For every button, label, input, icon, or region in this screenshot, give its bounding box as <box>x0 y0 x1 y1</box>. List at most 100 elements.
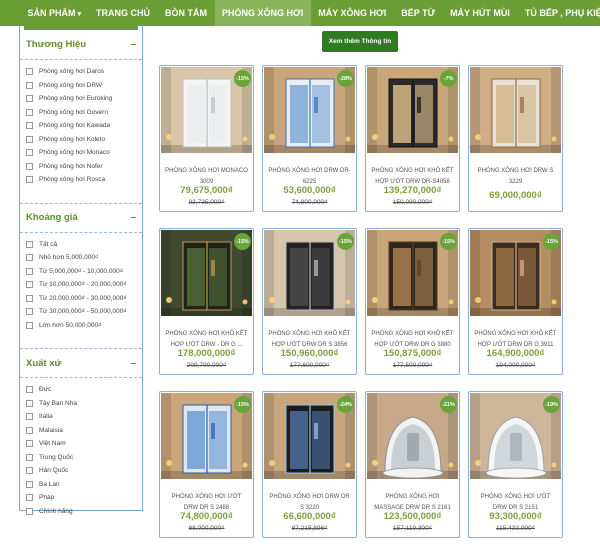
product-card[interactable]: -7% PHÒNG XÔNG HƠI KHÔ KẾT HỢP ƯỚT DRW DR… <box>365 65 460 212</box>
price-filter-option[interactable]: Lớn hơn 50,000,000₫ <box>20 319 142 333</box>
filter-option-label: Trung Quốc <box>39 453 74 461</box>
main-nav: SẢN PHẨM ▾ TRANG CHỦ BỒN TẮM PHÒNG XÔNG HƠI M… <box>0 0 600 26</box>
product-card[interactable]: -15% PHÒNG XÔNG HƠI KHÔ KẾT HỢP ƯỚT DRW D… <box>468 228 563 375</box>
product-name[interactable]: PHÒNG XÔNG HƠI DRW S 3229 <box>473 166 558 188</box>
view-more-info-button[interactable]: Xem thêm Thông tin <box>322 31 398 52</box>
checkbox[interactable] <box>26 81 33 89</box>
checkbox[interactable] <box>26 162 33 170</box>
price-filter-option[interactable]: Tất cả <box>20 238 142 252</box>
checkbox[interactable] <box>26 426 33 434</box>
checkbox[interactable] <box>26 308 33 316</box>
origin-filter-option[interactable]: Việt Nam <box>20 437 142 451</box>
checkbox[interactable] <box>26 467 33 475</box>
nav-item[interactable]: TRANG CHỦ <box>89 0 158 26</box>
nav-item[interactable]: BẾP TỪ <box>394 0 443 26</box>
brand-filter-option[interactable]: Phòng xông hơi Monaco <box>20 146 142 160</box>
brand-filter-option[interactable]: Phòng xông hơi Euroking <box>20 92 142 106</box>
product-card[interactable]: -28% PHÒNG XÔNG HƠI DRW DR-6225 53,600,000… <box>262 65 357 212</box>
origin-filter-option[interactable]: Đức <box>20 383 142 397</box>
checkbox[interactable] <box>26 95 33 103</box>
brand-filter-option[interactable]: Phòng xông hơi Rosca <box>20 173 142 187</box>
price-filter-option[interactable]: Từ 10,000,000₫ - 20,000,000₫ <box>20 278 142 292</box>
checkbox[interactable] <box>26 176 33 184</box>
brand-filter-option[interactable]: Phòng xông hơi Govern <box>20 106 142 120</box>
origin-filter-option[interactable]: Italia <box>20 410 142 424</box>
product-old-price: 209,700,000₫ <box>186 362 227 369</box>
brand-filter-option[interactable]: Phòng xông hơi Nofer <box>20 160 142 174</box>
nav-item[interactable]: PHÒNG XÔNG HƠI <box>214 0 311 26</box>
origin-filter-option[interactable]: Hàn Quốc <box>20 464 142 478</box>
brand-filter-option[interactable]: Phòng xông hơi Koleto <box>20 133 142 147</box>
product-card[interactable]: -15% PHÒNG XÔNG HƠI KHÔ KẾT HỢP ƯỚT DRW -… <box>159 228 254 375</box>
discount-badge: -15% <box>337 233 354 250</box>
product-card[interactable]: -15% PHÒNG XÔNG HƠI KHÔ KẾT HỢP ƯỚT DRW D… <box>262 228 357 375</box>
price-filter-option[interactable]: Từ 20,000,000₫ - 30,000,000₫ <box>20 292 142 306</box>
checkbox[interactable] <box>26 267 33 275</box>
collapse-icon[interactable]: – <box>130 39 136 50</box>
origin-filter-header[interactable]: Xuất xứ – <box>20 348 142 378</box>
price-filter-header[interactable]: Khoảng giá – <box>20 202 142 233</box>
checkbox[interactable] <box>26 494 33 502</box>
checkbox[interactable] <box>26 240 33 248</box>
checkbox[interactable] <box>26 453 33 461</box>
product-card[interactable]: -15% PHÒNG XÔNG HƠI MONACO 3009 79,675,000… <box>159 65 254 212</box>
nav-item[interactable]: TỦ BẾP , PHỤ KIỆN <box>517 0 600 26</box>
product-price: 53,600,000₫ <box>283 185 336 196</box>
checkbox[interactable] <box>26 507 33 515</box>
checkbox[interactable] <box>26 254 33 262</box>
brand-filter-option[interactable]: Phòng xông hơi DRW <box>20 79 142 93</box>
product-price: 123,500,000₫ <box>383 511 442 522</box>
product-card[interactable]: -21% PHÒNG XÔNG HƠI MASSAGE DRW DR S 2161… <box>365 391 460 538</box>
checkbox[interactable] <box>26 122 33 130</box>
checkbox[interactable] <box>26 281 33 289</box>
product-image[interactable] <box>470 67 561 153</box>
nav-item[interactable]: BỒN TẮM <box>158 0 215 26</box>
checkbox[interactable] <box>26 440 33 448</box>
product-old-price: 150,000,000₫ <box>392 199 433 206</box>
origin-filter-option[interactable]: Chính hãng <box>20 505 142 519</box>
checkbox[interactable] <box>26 413 33 421</box>
nav-item[interactable]: SẢN PHẨM ▾ <box>20 0 89 26</box>
collapse-icon[interactable]: – <box>130 358 136 369</box>
nav-item-label: SẢN PHẨM <box>27 8 76 18</box>
checkbox[interactable] <box>26 294 33 302</box>
product-price: 139,270,000₫ <box>383 185 442 196</box>
product-card[interactable]: -19% PHÒNG XÔNG HƠI ƯỚT DRW DR S 2151 93,3… <box>468 391 563 538</box>
origin-filter-option[interactable]: Malaisia <box>20 424 142 438</box>
collapse-icon[interactable]: – <box>130 212 136 223</box>
checkbox[interactable] <box>26 321 33 329</box>
price-filter-option[interactable]: Từ 5,000,000₫ - 10,000,000₫ <box>20 265 142 279</box>
product-card[interactable]: -15% PHÒNG XÔNG HƠI ƯỚT DRW DR S 2488 74,8… <box>159 391 254 538</box>
checkbox[interactable] <box>26 108 33 116</box>
filter-option-label: Phòng xông hơi Govern <box>39 108 108 116</box>
price-filter-option[interactable]: Từ 30,000,000₫ - 50,000,000₫ <box>20 305 142 319</box>
filter-option-label: Ba Lan <box>39 480 60 488</box>
product-card[interactable]: -15% PHÒNG XÔNG HƠI KHÔ KẾT HỢP ƯỚT DRW D… <box>365 228 460 375</box>
checkbox[interactable] <box>26 149 33 157</box>
product-old-price: 177,500,000₫ <box>392 362 433 369</box>
filter-option-label: Phòng xông hơi Koleto <box>39 135 106 143</box>
checkbox[interactable] <box>26 386 33 394</box>
origin-filter-option[interactable]: Pháp <box>20 491 142 505</box>
checkbox[interactable] <box>26 480 33 488</box>
discount-badge: -7% <box>440 70 457 87</box>
brand-filter-header[interactable]: Thương Hiệu – <box>20 30 142 60</box>
origin-filter-option[interactable]: Tây Ban Nha <box>20 397 142 411</box>
product-price: 93,300,000₫ <box>489 511 542 522</box>
checkbox[interactable] <box>26 68 33 76</box>
product-old-price: 88,000,000₫ <box>188 525 225 532</box>
price-filter-option[interactable]: Nhỏ hơn 5,000,000₫ <box>20 251 142 265</box>
nav-item[interactable]: MÁY XÔNG HƠI <box>311 0 394 26</box>
checkbox[interactable] <box>26 399 33 407</box>
nav-item[interactable]: MÁY HÚT MÙI <box>443 0 518 26</box>
origin-filter-option[interactable]: Ba Lan <box>20 478 142 492</box>
product-card[interactable]: -24% PHÒNG XÔNG HƠI DRW DR S 3220 66,600,0… <box>262 391 357 538</box>
discount-badge: -21% <box>440 396 457 413</box>
product-card[interactable]: PHÒNG XÔNG HƠI DRW S 3229 69,000,000₫ <box>468 65 563 212</box>
origin-filter-option[interactable]: Trung Quốc <box>20 451 142 465</box>
nav-item-label: MÁY HÚT MÙI <box>450 8 510 18</box>
brand-filter-option[interactable]: Phòng xông hơi Kawada <box>20 119 142 133</box>
brand-filter-option[interactable]: Phòng xông hơi Daros <box>20 65 142 79</box>
checkbox[interactable] <box>26 135 33 143</box>
filter-option-label: Từ 20,000,000₫ - 30,000,000₫ <box>39 294 127 302</box>
